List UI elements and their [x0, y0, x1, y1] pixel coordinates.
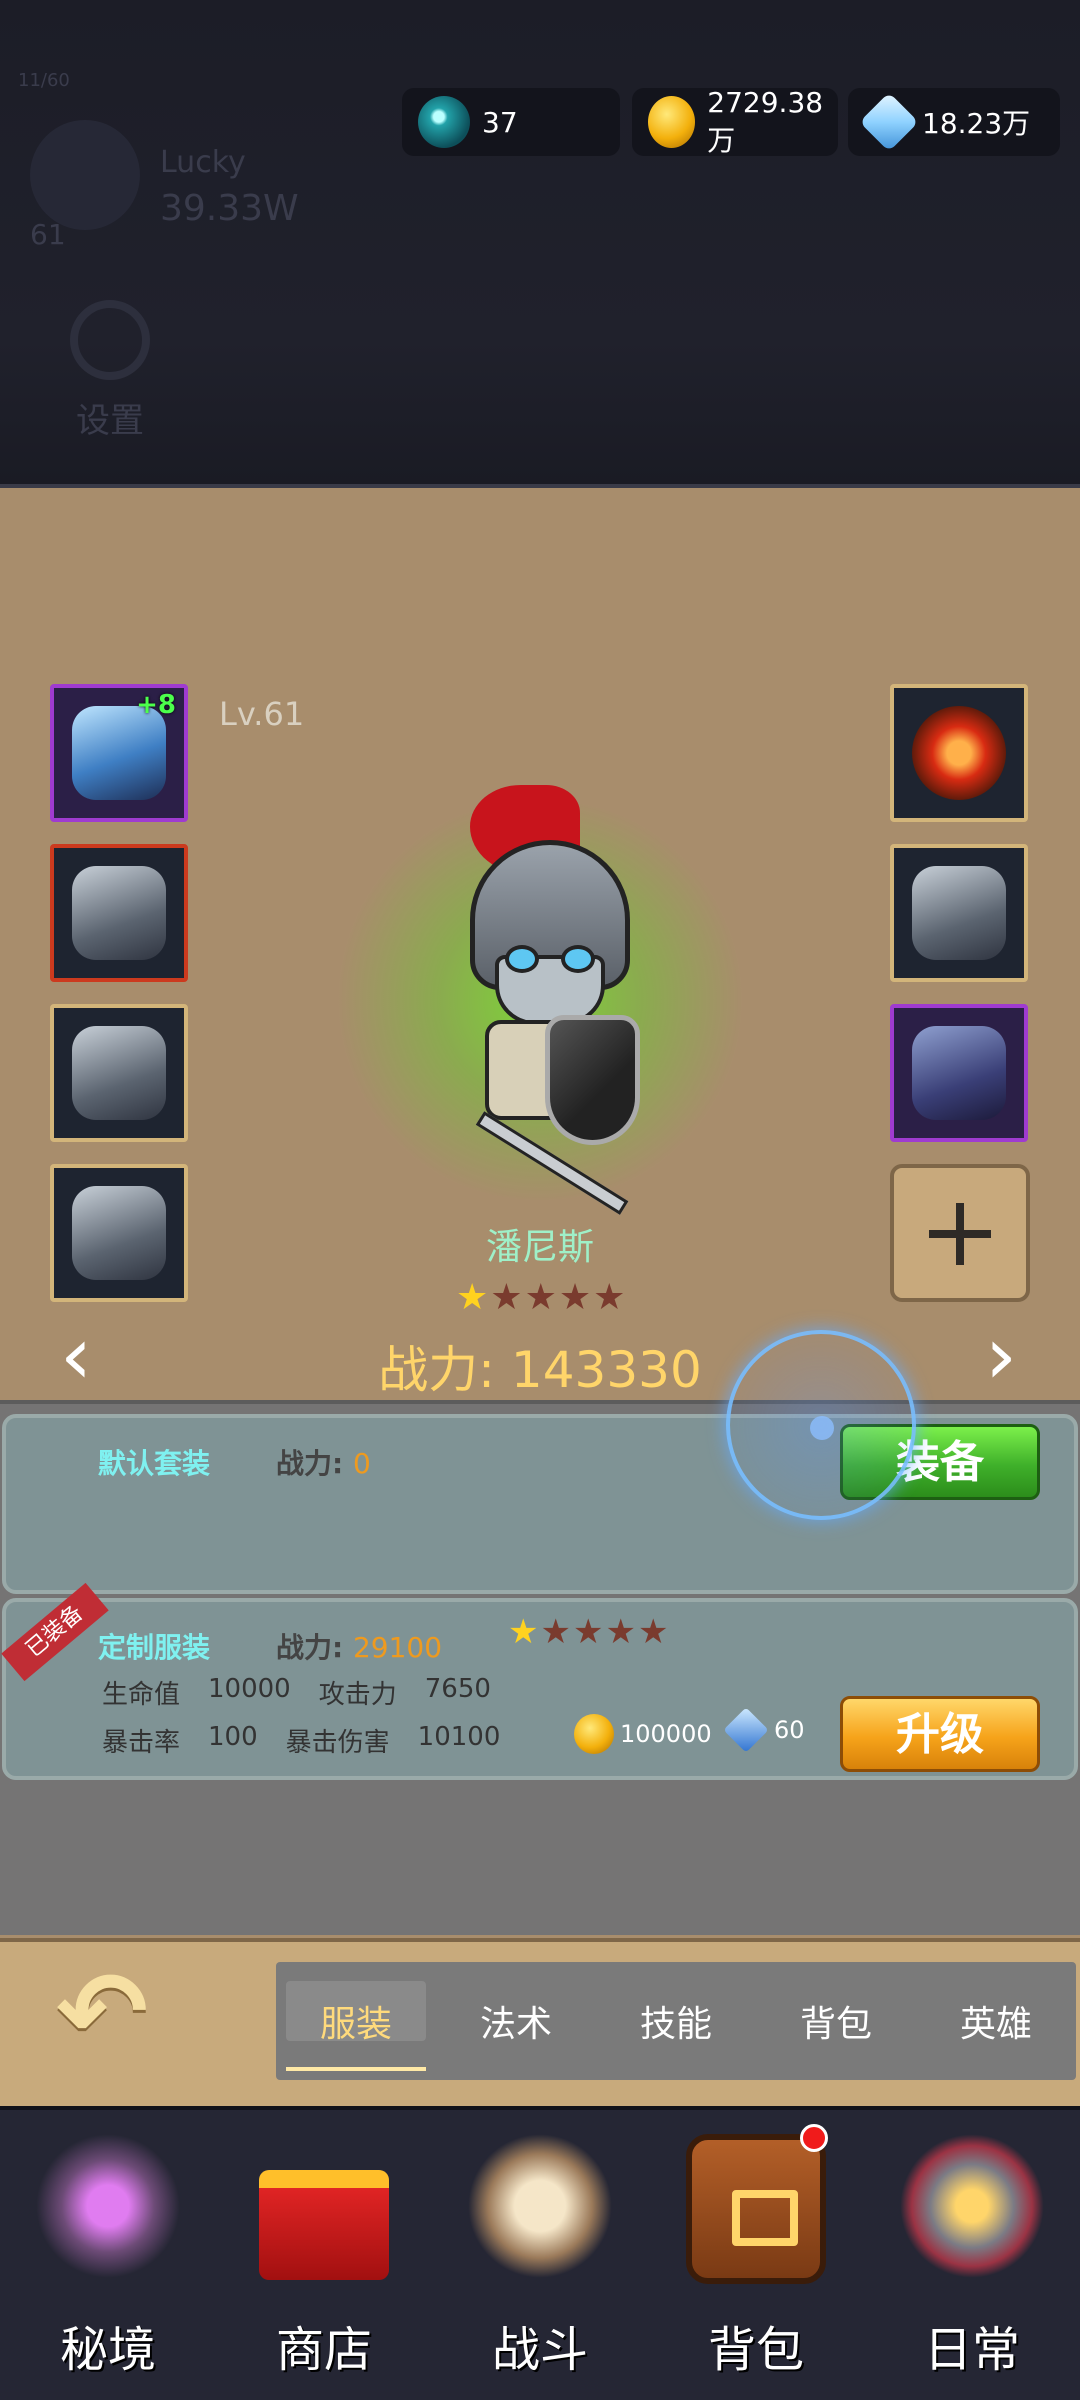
nav-daily[interactable]: 日常: [864, 2110, 1080, 2400]
tab-skills[interactable]: 技能: [596, 1995, 756, 2047]
gold-value: 2729.38万: [707, 85, 824, 157]
hero-power: 战力: 143330: [378, 1341, 702, 1399]
tap-indicator-dot: [810, 1416, 834, 1440]
helmet-slot[interactable]: [50, 844, 188, 982]
stamina-count: 11/60: [18, 70, 70, 91]
nav-label: 秘境: [59, 2322, 156, 2378]
gauntlet-icon: [912, 866, 1006, 960]
back-arrow-icon: ↶: [56, 1948, 149, 2076]
top-status-panel: 11/60 Lucky 39.33W 61 设置 37 2729.38万 18.…: [0, 0, 1080, 488]
stats-row-2: 暴击率 100 暴击伤害 10100: [102, 1722, 501, 1758]
hero-level: Lv.61: [219, 695, 305, 733]
tab-outfit[interactable]: 服装: [276, 1981, 436, 2071]
hero-stars: ★ ★ ★ ★ ★: [456, 1280, 625, 1316]
orb-icon: [418, 96, 470, 148]
daily-emblem-icon: [897, 2134, 1047, 2294]
diamond-value: 18.23万: [922, 107, 1031, 140]
nav-battle[interactable]: 战斗: [432, 2110, 648, 2400]
enhance-level: +8: [136, 690, 176, 720]
hero-name: 潘尼斯: [485, 1227, 594, 1268]
tab-spells[interactable]: 法术: [436, 1995, 596, 2047]
player-name: Lucky: [160, 145, 246, 180]
equipped-badge: 已装备: [1, 1582, 109, 1682]
shard-cost: 60: [723, 1707, 805, 1753]
stats-row-1: 生命值 10000 攻击力 7650: [102, 1674, 491, 1710]
star-empty-icon: ★: [572, 1612, 604, 1652]
diamond-icon: [859, 92, 919, 152]
orb-value: 37: [482, 105, 518, 139]
gloves-slot[interactable]: [890, 844, 1028, 982]
star-empty-icon: ★: [540, 1612, 571, 1652]
boots-icon: [912, 1026, 1006, 1120]
nav-secret-realm[interactable]: 秘境: [0, 2110, 216, 2400]
tab-bag[interactable]: 背包: [756, 1995, 916, 2047]
player-avatar: [30, 120, 140, 230]
sword-shield-icon: [72, 706, 166, 800]
helmet-icon: [72, 866, 166, 960]
outfit-title: 定制服装: [98, 1631, 211, 1664]
ring-slot[interactable]: [890, 684, 1028, 822]
gold-coin-icon: [648, 96, 696, 148]
star-empty-icon: ★: [524, 1277, 557, 1318]
outfit-title: 默认套装: [98, 1447, 211, 1480]
lion-crest-icon: [465, 2134, 615, 2294]
gold-coin-icon: [574, 1714, 614, 1754]
nav-label: 战斗: [491, 2322, 588, 2378]
gift-box-icon: [259, 2170, 389, 2280]
nav-label: 日常: [923, 2322, 1020, 2378]
star-empty-icon: ★: [605, 1612, 636, 1652]
outfit-power: 战力: 29100: [276, 1631, 443, 1664]
notification-dot: [800, 2124, 828, 2152]
star-empty-icon: ★: [558, 1277, 592, 1318]
star-empty-icon: ★: [593, 1277, 626, 1318]
diamond-resource[interactable]: 18.23万: [848, 88, 1060, 156]
gold-resource[interactable]: 2729.38万: [632, 85, 838, 157]
crystal-island-icon: [33, 2134, 183, 2294]
star-empty-icon: ★: [637, 1612, 669, 1652]
tab-heroes[interactable]: 英雄: [916, 1995, 1076, 2047]
star-empty-icon: ★: [490, 1277, 523, 1318]
player-level: 61: [30, 218, 66, 251]
outfit-stars: ★ ★ ★ ★ ★: [508, 1614, 668, 1650]
chest-armor-icon: [72, 1026, 166, 1120]
backpack-icon: [686, 2134, 826, 2284]
upgrade-button[interactable]: 升级: [840, 1696, 1040, 1772]
outfit-power: 战力: 0: [276, 1447, 371, 1480]
player-power: 39.33W: [160, 188, 299, 229]
armor-slot[interactable]: [50, 1004, 188, 1142]
weapon-slot[interactable]: +8: [50, 684, 188, 822]
settings-gear-icon: [70, 300, 150, 380]
star-filled-icon: ★: [456, 1277, 489, 1318]
hero-shield: [545, 1015, 640, 1145]
hero-eyes: [505, 945, 595, 973]
hero-figure[interactable]: [440, 780, 660, 1215]
tabs: 服装 法术 技能 背包 英雄: [276, 1962, 1076, 2080]
back-button[interactable]: ↶: [56, 1948, 186, 2076]
bottom-nav: 秘境 商店 战斗 背包 日常: [0, 2106, 1080, 2400]
nav-label: 背包: [707, 2322, 804, 2378]
nav-label: 商店: [275, 2322, 372, 2378]
star-filled-icon: ★: [508, 1612, 539, 1652]
settings-label: 设置: [76, 401, 144, 441]
boots-slot[interactable]: [890, 1004, 1028, 1142]
blue-shard-icon: [723, 1707, 769, 1753]
ring-icon: [912, 706, 1006, 800]
nav-bag[interactable]: 背包: [648, 2110, 864, 2400]
nav-shop[interactable]: 商店: [216, 2110, 432, 2400]
orb-resource[interactable]: 37: [402, 88, 620, 156]
gold-cost: 100000: [574, 1714, 712, 1754]
